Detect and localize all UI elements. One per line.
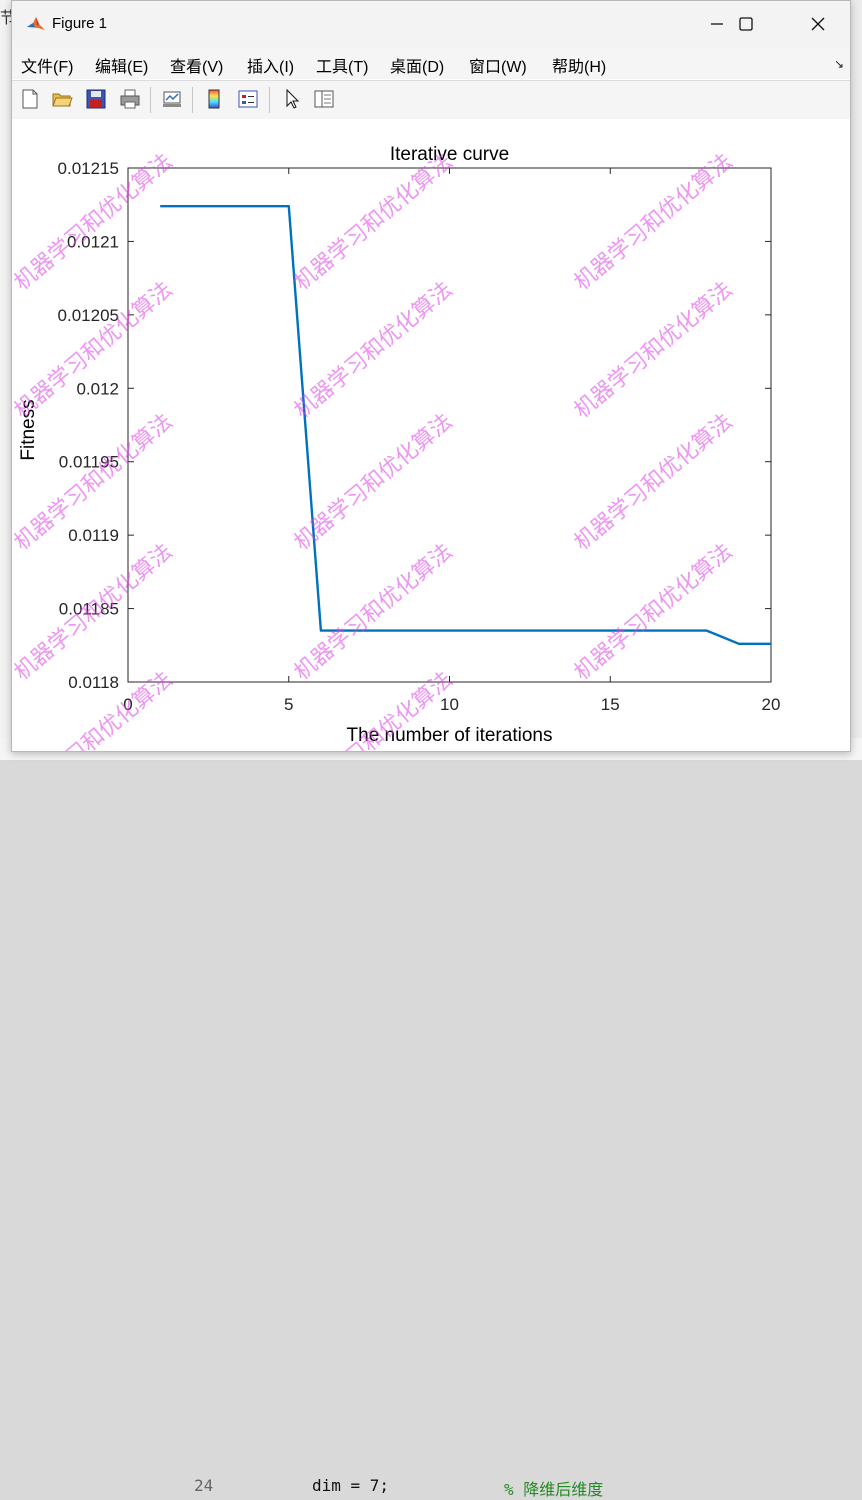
- new-figure-icon: [22, 89, 38, 109]
- toolbar-separator: [150, 87, 151, 113]
- x-tick-label: 20: [762, 695, 781, 714]
- close-button[interactable]: [795, 1, 841, 47]
- y-tick-label: 0.01215: [58, 159, 119, 178]
- edit-plot-button[interactable]: [279, 86, 305, 112]
- menu-edit[interactable]: 编辑(E): [95, 53, 148, 77]
- code-comment: % 降维后维度: [504, 1480, 604, 1499]
- fitness-chart[interactable]: 0 5 10 15 200.01180.011850.01190.011950.0120…: [12, 119, 850, 751]
- figure-window: Figure 1 文件(F) 编辑(E) 查看(V) 插入(I) 工具(T) 桌…: [11, 0, 851, 752]
- toolbar: [12, 80, 850, 120]
- menu-bar: 文件(F) 编辑(E) 查看(V) 插入(I) 工具(T) 桌面(D) 窗口(W…: [12, 47, 850, 79]
- x-tick-label: 15: [601, 695, 620, 714]
- save-button[interactable]: [83, 86, 109, 112]
- pointer-icon: [286, 88, 300, 109]
- menu-tools[interactable]: 工具(T): [316, 53, 368, 77]
- property-inspector-button[interactable]: [311, 86, 337, 112]
- print-icon: [120, 89, 140, 109]
- title-bar[interactable]: Figure 1: [12, 1, 850, 47]
- menu-window[interactable]: 窗口(W): [469, 53, 527, 77]
- dock-arrow-icon[interactable]: ↘: [834, 57, 844, 71]
- y-tick-label: 0.0119: [68, 526, 119, 545]
- print-button[interactable]: [117, 86, 143, 112]
- menu-view[interactable]: 查看(V): [170, 53, 223, 77]
- toolbar-separator: [192, 87, 193, 113]
- x-tick-label: 5: [284, 695, 293, 714]
- save-icon: [86, 89, 106, 109]
- colorbar-button[interactable]: [201, 86, 227, 112]
- maximize-button[interactable]: [723, 1, 769, 47]
- menu-insert[interactable]: 插入(I): [247, 53, 294, 77]
- figure-canvas: 0 5 10 15 20 0.0118 0.01185 0.0119 0.01195 0.012 0…: [12, 119, 850, 751]
- y-tick-label: 0.0118: [68, 673, 119, 692]
- menu-help[interactable]: 帮助(H): [552, 53, 606, 77]
- link-plot-button[interactable]: [159, 86, 185, 112]
- colorbar-icon: [208, 89, 220, 109]
- code-text[interactable]: dim = 7;: [312, 1476, 389, 1495]
- open-file-button[interactable]: [49, 86, 75, 112]
- menu-desktop[interactable]: 桌面(D): [390, 53, 444, 77]
- legend-button[interactable]: [235, 86, 261, 112]
- code-line-number: 24: [194, 1476, 214, 1495]
- open-file-icon: [52, 93, 73, 107]
- toolbar-separator: [269, 87, 270, 113]
- window-title: Figure 1: [52, 15, 108, 32]
- matlab-logo-icon: [26, 14, 46, 34]
- new-figure-button[interactable]: [17, 86, 43, 112]
- menu-file[interactable]: 文件(F): [21, 53, 73, 77]
- link-icon: [163, 91, 181, 107]
- legend-icon: [238, 90, 258, 108]
- property-inspector-icon: [314, 90, 334, 108]
- close-icon: [811, 17, 825, 31]
- maximize-icon: [739, 17, 753, 31]
- y-tick-label: 0.012: [76, 379, 119, 398]
